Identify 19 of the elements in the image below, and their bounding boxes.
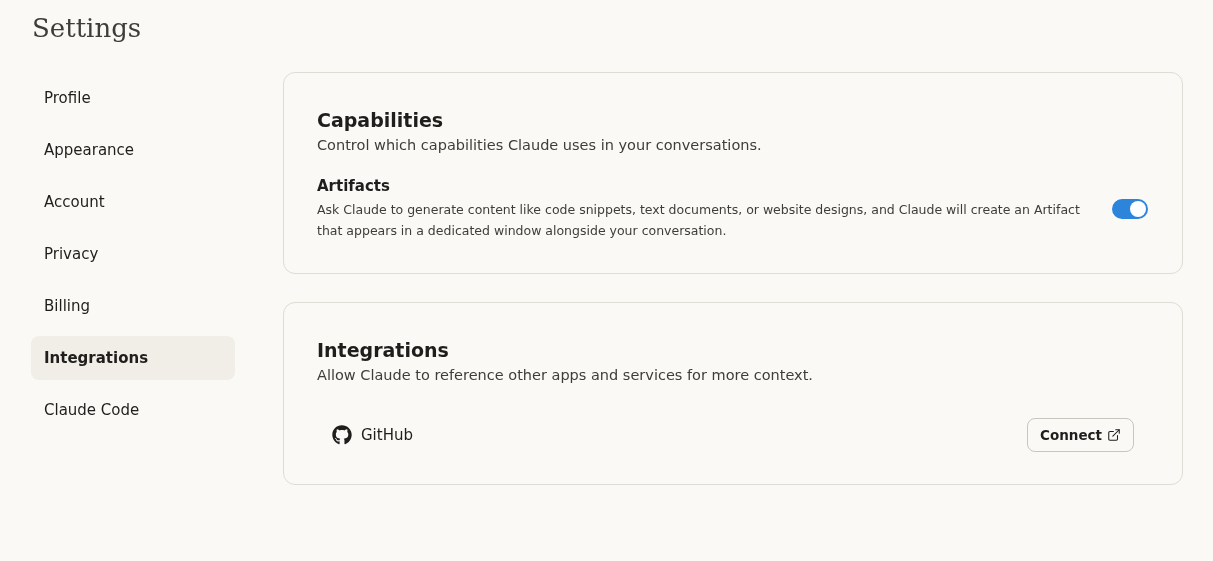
toggle-switch[interactable] bbox=[1112, 199, 1148, 219]
section-description: Allow Claude to reference other apps and services for more context. bbox=[317, 367, 814, 383]
sidebar-item[interactable]: Integrations bbox=[31, 336, 235, 380]
section-title: Integrations bbox=[317, 339, 450, 361]
sidebar-item[interactable]: Appearance bbox=[31, 128, 235, 172]
cat-logo-icon bbox=[332, 425, 352, 445]
sidebar-item[interactable]: Billing bbox=[31, 284, 235, 328]
sidebar-item[interactable]: Account bbox=[31, 180, 235, 224]
sidebar-item[interactable]: Profile bbox=[31, 76, 235, 120]
section-description: Control which capabilities Claude uses in your conversations. bbox=[317, 137, 763, 153]
integration-name: GitHub bbox=[361, 426, 414, 444]
sidebar-item[interactable]: Privacy bbox=[31, 232, 235, 276]
external-link-icon bbox=[1107, 428, 1121, 442]
page-title: Settings bbox=[32, 12, 143, 45]
setting-title: Artifacts bbox=[317, 177, 391, 195]
connect-button[interactable]: Connect bbox=[1027, 418, 1134, 452]
sidebar-item[interactable]: Claude Code bbox=[31, 388, 235, 432]
section-title: Capabilities bbox=[317, 109, 445, 131]
setting-description: Ask Claude to generate content like code snippets, text documents, or website designs, and Claude will create an Artifact that appears in a dedicated window alongside your conversation. bbox=[317, 201, 1081, 240]
